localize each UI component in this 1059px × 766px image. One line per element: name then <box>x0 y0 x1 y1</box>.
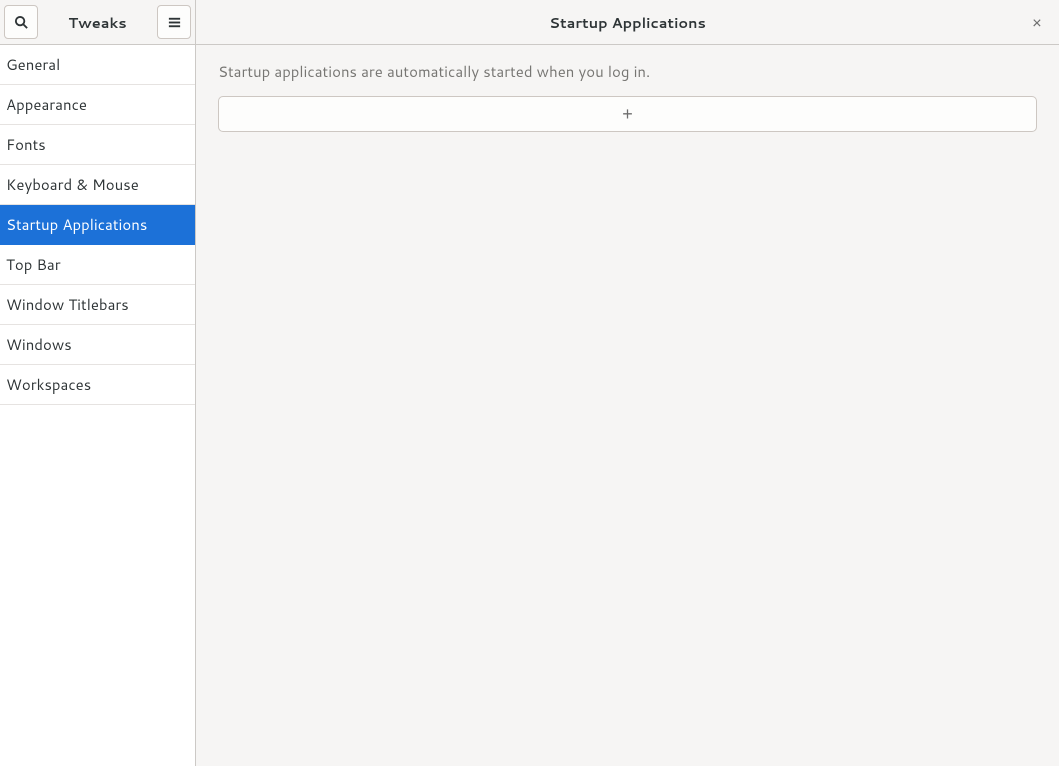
add-application-button[interactable]: + <box>218 96 1037 132</box>
sidebar-item-startup-applications[interactable]: Startup Applications <box>0 205 195 245</box>
sidebar: Tweaks General Appearance Fonts Keyboard… <box>0 0 196 766</box>
menu-button[interactable] <box>157 5 191 39</box>
sidebar-item-windows[interactable]: Windows <box>0 325 195 365</box>
sidebar-item-label: Workspaces <box>6 374 91 395</box>
sidebar-item-workspaces[interactable]: Workspaces <box>0 365 195 405</box>
hamburger-icon <box>167 15 182 30</box>
sidebar-item-label: Windows <box>6 334 72 355</box>
sidebar-item-general[interactable]: General <box>0 45 195 85</box>
search-button[interactable] <box>4 5 38 39</box>
sidebar-item-label: Top Bar <box>6 254 61 275</box>
sidebar-list: General Appearance Fonts Keyboard & Mous… <box>0 45 195 766</box>
close-icon: × <box>1032 11 1042 34</box>
sidebar-header: Tweaks <box>0 0 195 45</box>
search-icon <box>14 15 29 30</box>
main-content: Startup applications are automatically s… <box>196 45 1059 766</box>
sidebar-item-fonts[interactable]: Fonts <box>0 125 195 165</box>
sidebar-item-window-titlebars[interactable]: Window Titlebars <box>0 285 195 325</box>
sidebar-item-label: Keyboard & Mouse <box>6 174 139 195</box>
app-title: Tweaks <box>38 12 157 33</box>
sidebar-item-label: General <box>6 54 60 75</box>
sidebar-item-label: Startup Applications <box>6 214 147 235</box>
description-text: Startup applications are automatically s… <box>218 61 1037 82</box>
close-button[interactable]: × <box>1025 10 1049 34</box>
sidebar-item-top-bar[interactable]: Top Bar <box>0 245 195 285</box>
plus-icon: + <box>622 104 633 125</box>
main-panel: Startup Applications × Startup applicati… <box>196 0 1059 766</box>
main-header: Startup Applications × <box>196 0 1059 45</box>
sidebar-item-label: Window Titlebars <box>6 294 129 315</box>
sidebar-item-appearance[interactable]: Appearance <box>0 85 195 125</box>
page-title: Startup Applications <box>204 12 1051 33</box>
sidebar-item-keyboard-mouse[interactable]: Keyboard & Mouse <box>0 165 195 205</box>
sidebar-item-label: Fonts <box>6 134 46 155</box>
sidebar-item-label: Appearance <box>6 94 87 115</box>
